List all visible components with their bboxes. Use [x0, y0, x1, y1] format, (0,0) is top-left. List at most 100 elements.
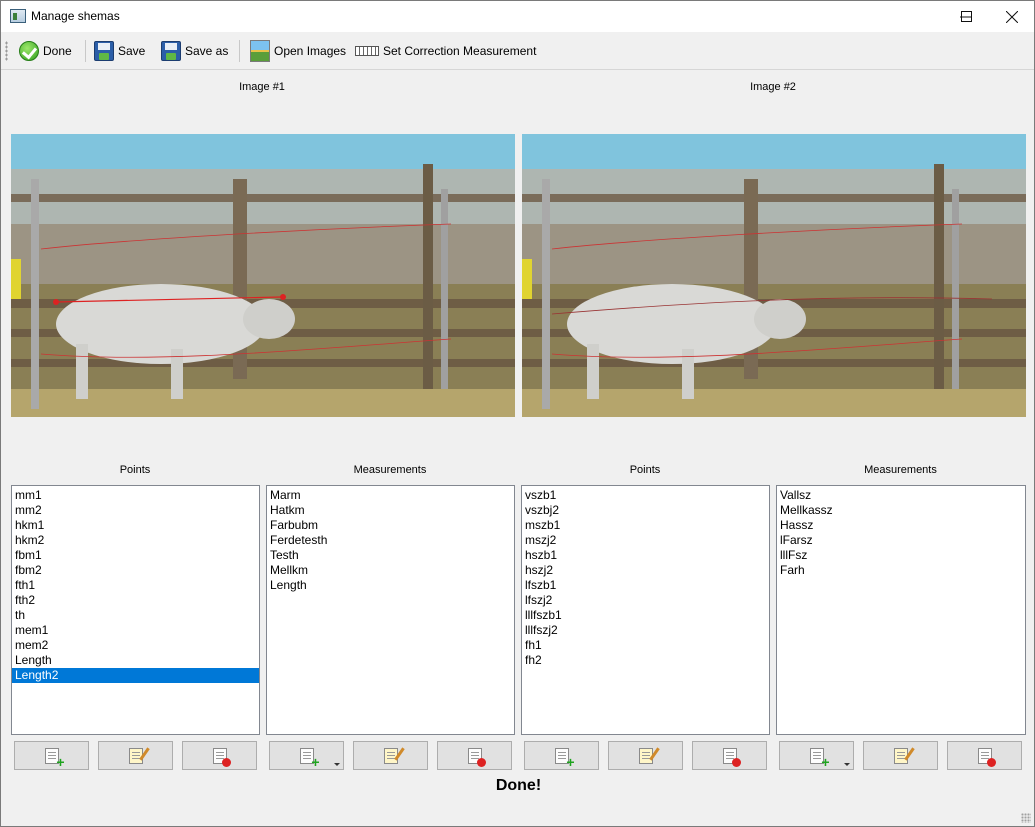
list-item[interactable]: hkm2: [12, 533, 259, 548]
done-label: Done: [43, 44, 72, 58]
image-2-label: Image #2: [750, 81, 796, 93]
title-bar: Manage shemas: [1, 1, 1034, 32]
left-edit-measurement-button[interactable]: [353, 741, 428, 770]
list-item[interactable]: Hassz: [777, 518, 1025, 533]
list-item[interactable]: fth1: [12, 578, 259, 593]
resize-grip[interactable]: [1021, 813, 1031, 823]
set-correction-button[interactable]: Set Correction Measurement: [355, 38, 536, 64]
left-delete-measurement-button[interactable]: [437, 741, 512, 770]
add-icon: [44, 747, 65, 769]
list-item[interactable]: th: [12, 608, 259, 623]
save-label: Save: [118, 44, 146, 58]
right-edit-measurement-button[interactable]: [863, 741, 938, 770]
dropdown-arrow-icon: [334, 763, 340, 766]
list-item[interactable]: Farh: [777, 563, 1025, 578]
list-item[interactable]: fth2: [12, 593, 259, 608]
right-add-measurement-button[interactable]: [779, 741, 854, 770]
delete-icon: [467, 747, 486, 767]
image-icon: [250, 40, 270, 62]
list-item[interactable]: mm1: [12, 488, 259, 503]
list-item[interactable]: fh2: [522, 653, 769, 668]
ruler-icon: [355, 46, 379, 56]
close-button[interactable]: [989, 1, 1034, 32]
dropdown-arrow-icon: [844, 763, 850, 766]
left-measurements-label: Measurements: [353, 464, 427, 476]
set-correction-label: Set Correction Measurement: [383, 44, 537, 58]
add-icon: [554, 747, 575, 769]
list-item[interactable]: vszb1: [522, 488, 769, 503]
manage-schemas-window: Manage shemas Done Save Save as Open Ima…: [0, 0, 1035, 827]
list-item[interactable]: mm2: [12, 503, 259, 518]
list-item[interactable]: mszb1: [522, 518, 769, 533]
list-item[interactable]: lFarsz: [777, 533, 1025, 548]
status-message: Done!: [495, 777, 542, 794]
list-item[interactable]: fbm1: [12, 548, 259, 563]
right-delete-measurement-button[interactable]: [947, 741, 1022, 770]
save-as-label: Save as: [185, 44, 229, 58]
left-measurements-list[interactable]: Marm Hatkm Farbubm Ferdetesth Testh Mellkm Len…: [266, 485, 515, 735]
list-item[interactable]: fbm2: [12, 563, 259, 578]
save-as-button[interactable]: Save as: [161, 38, 228, 64]
image-2-canvas[interactable]: [522, 134, 1026, 417]
image-1-canvas[interactable]: [11, 134, 515, 417]
list-item[interactable]: Testh: [267, 548, 514, 563]
right-add-point-button[interactable]: [524, 741, 599, 770]
right-edit-point-button[interactable]: [608, 741, 683, 770]
edit-icon: [128, 747, 143, 764]
list-item[interactable]: hszb1: [522, 548, 769, 563]
right-delete-point-button[interactable]: [692, 741, 767, 770]
add-icon: [299, 747, 320, 769]
image-1-label: Image #1: [239, 81, 285, 93]
window-title: Manage shemas: [31, 9, 120, 23]
maximize-button[interactable]: [943, 1, 989, 32]
list-item[interactable]: lfszj2: [522, 593, 769, 608]
list-item[interactable]: Length2: [12, 668, 259, 683]
cattle-photo-1: [11, 134, 515, 417]
list-item[interactable]: Mellkassz: [777, 503, 1025, 518]
close-icon: [1005, 10, 1018, 23]
toolbar-grip[interactable]: [5, 41, 8, 61]
open-images-button[interactable]: Open Images: [250, 38, 346, 64]
right-measurements-label: Measurements: [864, 464, 937, 476]
save-icon: [94, 41, 114, 61]
delete-icon: [212, 747, 231, 767]
list-item[interactable]: mem1: [12, 623, 259, 638]
list-item[interactable]: Hatkm: [267, 503, 514, 518]
toolbar: Done Save Save as Open Images Set Correc…: [1, 32, 1034, 70]
list-item[interactable]: Mellkm: [267, 563, 514, 578]
list-item[interactable]: mszj2: [522, 533, 769, 548]
list-item[interactable]: Length: [267, 578, 514, 593]
done-button[interactable]: Done: [19, 38, 72, 64]
add-icon: [809, 747, 830, 769]
list-item[interactable]: Ferdetesth: [267, 533, 514, 548]
left-points-list[interactable]: mm1 mm2 hkm1 hkm2 fbm1 fbm2 fth1 fth2 th mem1 mem2…: [11, 485, 260, 735]
list-item[interactable]: hkm1: [12, 518, 259, 533]
list-item[interactable]: Vallsz: [777, 488, 1025, 503]
toolbar-separator: [85, 40, 86, 62]
list-item[interactable]: lfszb1: [522, 578, 769, 593]
list-item[interactable]: lllfszb1: [522, 608, 769, 623]
list-item[interactable]: lllFsz: [777, 548, 1025, 563]
app-icon: [10, 9, 26, 23]
maximize-icon: [960, 11, 972, 22]
left-edit-point-button[interactable]: [98, 741, 173, 770]
left-add-point-button[interactable]: [14, 741, 89, 770]
delete-icon: [722, 747, 741, 767]
left-delete-point-button[interactable]: [182, 741, 257, 770]
list-item[interactable]: lllfszj2: [522, 623, 769, 638]
list-item[interactable]: Marm: [267, 488, 514, 503]
left-points-label: Points: [119, 464, 151, 476]
list-item[interactable]: Length: [12, 653, 259, 668]
right-points-list[interactable]: vszb1 vszbj2 mszb1 mszj2 hszb1 hszj2 lfszb1 lfs…: [521, 485, 770, 735]
list-item[interactable]: vszbj2: [522, 503, 769, 518]
save-button[interactable]: Save: [94, 38, 145, 64]
edit-icon: [893, 747, 908, 764]
list-item[interactable]: mem2: [12, 638, 259, 653]
right-measurements-list[interactable]: Vallsz Mellkassz Hassz lFarsz lllFsz Farh: [776, 485, 1026, 735]
list-item[interactable]: Farbubm: [267, 518, 514, 533]
left-add-measurement-button[interactable]: [269, 741, 344, 770]
delete-icon: [977, 747, 996, 767]
list-item[interactable]: hszj2: [522, 563, 769, 578]
list-item[interactable]: fh1: [522, 638, 769, 653]
check-icon: [19, 41, 39, 61]
